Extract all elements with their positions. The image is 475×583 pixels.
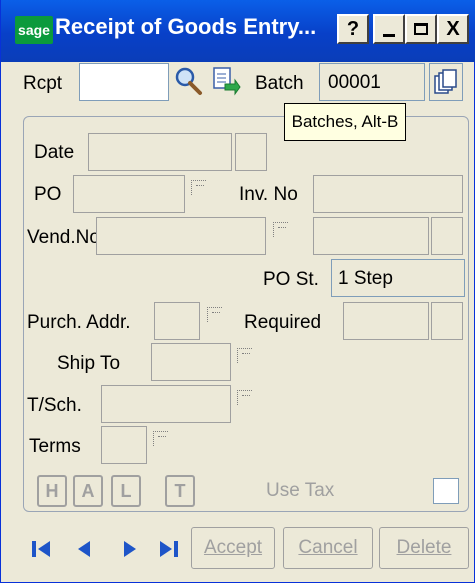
rcpt-label: Rcpt [23, 73, 63, 94]
date-calendar-button[interactable] [235, 133, 267, 171]
minimize-icon [383, 33, 395, 37]
magnifier-icon[interactable] [173, 66, 203, 96]
use-tax-label: Use Tax [266, 480, 335, 501]
last-record-button[interactable] [151, 532, 185, 566]
tsch-field[interactable] [101, 385, 231, 423]
purch-addr-label: Purch. Addr. [27, 312, 131, 333]
maximize-button[interactable] [405, 14, 437, 44]
vendor-name-field [313, 217, 429, 255]
previous-record-icon [78, 541, 90, 557]
vendor-button[interactable] [431, 217, 463, 255]
minimize-button[interactable] [373, 14, 405, 44]
date-field[interactable] [88, 133, 232, 171]
ship-to-label: Ship To [57, 353, 121, 374]
po-st-label: PO St. [263, 269, 319, 290]
vend-no-lookup-icon[interactable] [273, 222, 288, 237]
last-record-icon [160, 541, 178, 557]
batch-icon [434, 69, 457, 94]
date-label: Date [34, 142, 75, 163]
title-bar: sage Receipt of Goods Entry... ? X [1, 0, 475, 62]
help-button[interactable]: ? [337, 14, 369, 44]
rcpt-input[interactable] [79, 63, 169, 101]
delete-button[interactable]: Delete [379, 527, 469, 569]
required-label: Required [244, 312, 322, 333]
vend-no-field[interactable] [96, 217, 266, 255]
previous-record-button[interactable] [67, 532, 101, 566]
po-field[interactable] [73, 175, 185, 213]
halt-t-button[interactable]: T [165, 475, 195, 507]
sage-logo: sage [15, 16, 53, 44]
first-record-button[interactable] [25, 532, 59, 566]
terms-lookup-icon[interactable] [153, 431, 168, 446]
ship-to-lookup-icon[interactable] [237, 348, 252, 363]
po-lookup-icon[interactable] [191, 180, 206, 195]
receipt-of-goods-window: sage Receipt of Goods Entry... ? X Rcpt … [0, 0, 475, 583]
accept-button[interactable]: Accept [191, 527, 275, 569]
purch-addr-field[interactable] [154, 302, 200, 340]
purch-addr-lookup-icon[interactable] [207, 307, 222, 322]
ship-to-field[interactable] [151, 343, 231, 381]
required-date-field[interactable] [343, 302, 429, 340]
batch-button[interactable] [429, 63, 463, 101]
po-label: PO [34, 184, 62, 205]
window-title: Receipt of Goods Entry... [55, 14, 317, 39]
batch-label: Batch [255, 73, 304, 94]
terms-field[interactable] [101, 426, 147, 464]
first-record-icon [32, 541, 50, 557]
required-calendar-button[interactable] [431, 302, 463, 340]
vend-no-label: Vend.No. [27, 227, 106, 248]
halt-h-button[interactable]: H [37, 475, 67, 507]
close-button[interactable]: X [437, 14, 469, 44]
inv-no-field[interactable] [313, 175, 463, 213]
tsch-label: T/Sch. [27, 395, 82, 416]
batch-tooltip: Batches, Alt-B [284, 103, 406, 141]
next-record-button[interactable] [113, 532, 147, 566]
use-tax-checkbox[interactable] [433, 478, 459, 504]
terms-label: Terms [29, 436, 81, 457]
po-status-field: 1 Step [331, 259, 465, 297]
batch-field[interactable]: 00001 [319, 63, 425, 101]
next-record-icon [124, 541, 136, 557]
copy-icon[interactable] [211, 66, 241, 96]
cancel-button[interactable]: Cancel [283, 527, 373, 569]
inv-no-label: Inv. No [239, 184, 298, 205]
maximize-icon [414, 23, 428, 35]
halt-a-button[interactable]: A [73, 475, 103, 507]
halt-l-button[interactable]: L [111, 475, 141, 507]
tsch-lookup-icon[interactable] [237, 390, 252, 405]
